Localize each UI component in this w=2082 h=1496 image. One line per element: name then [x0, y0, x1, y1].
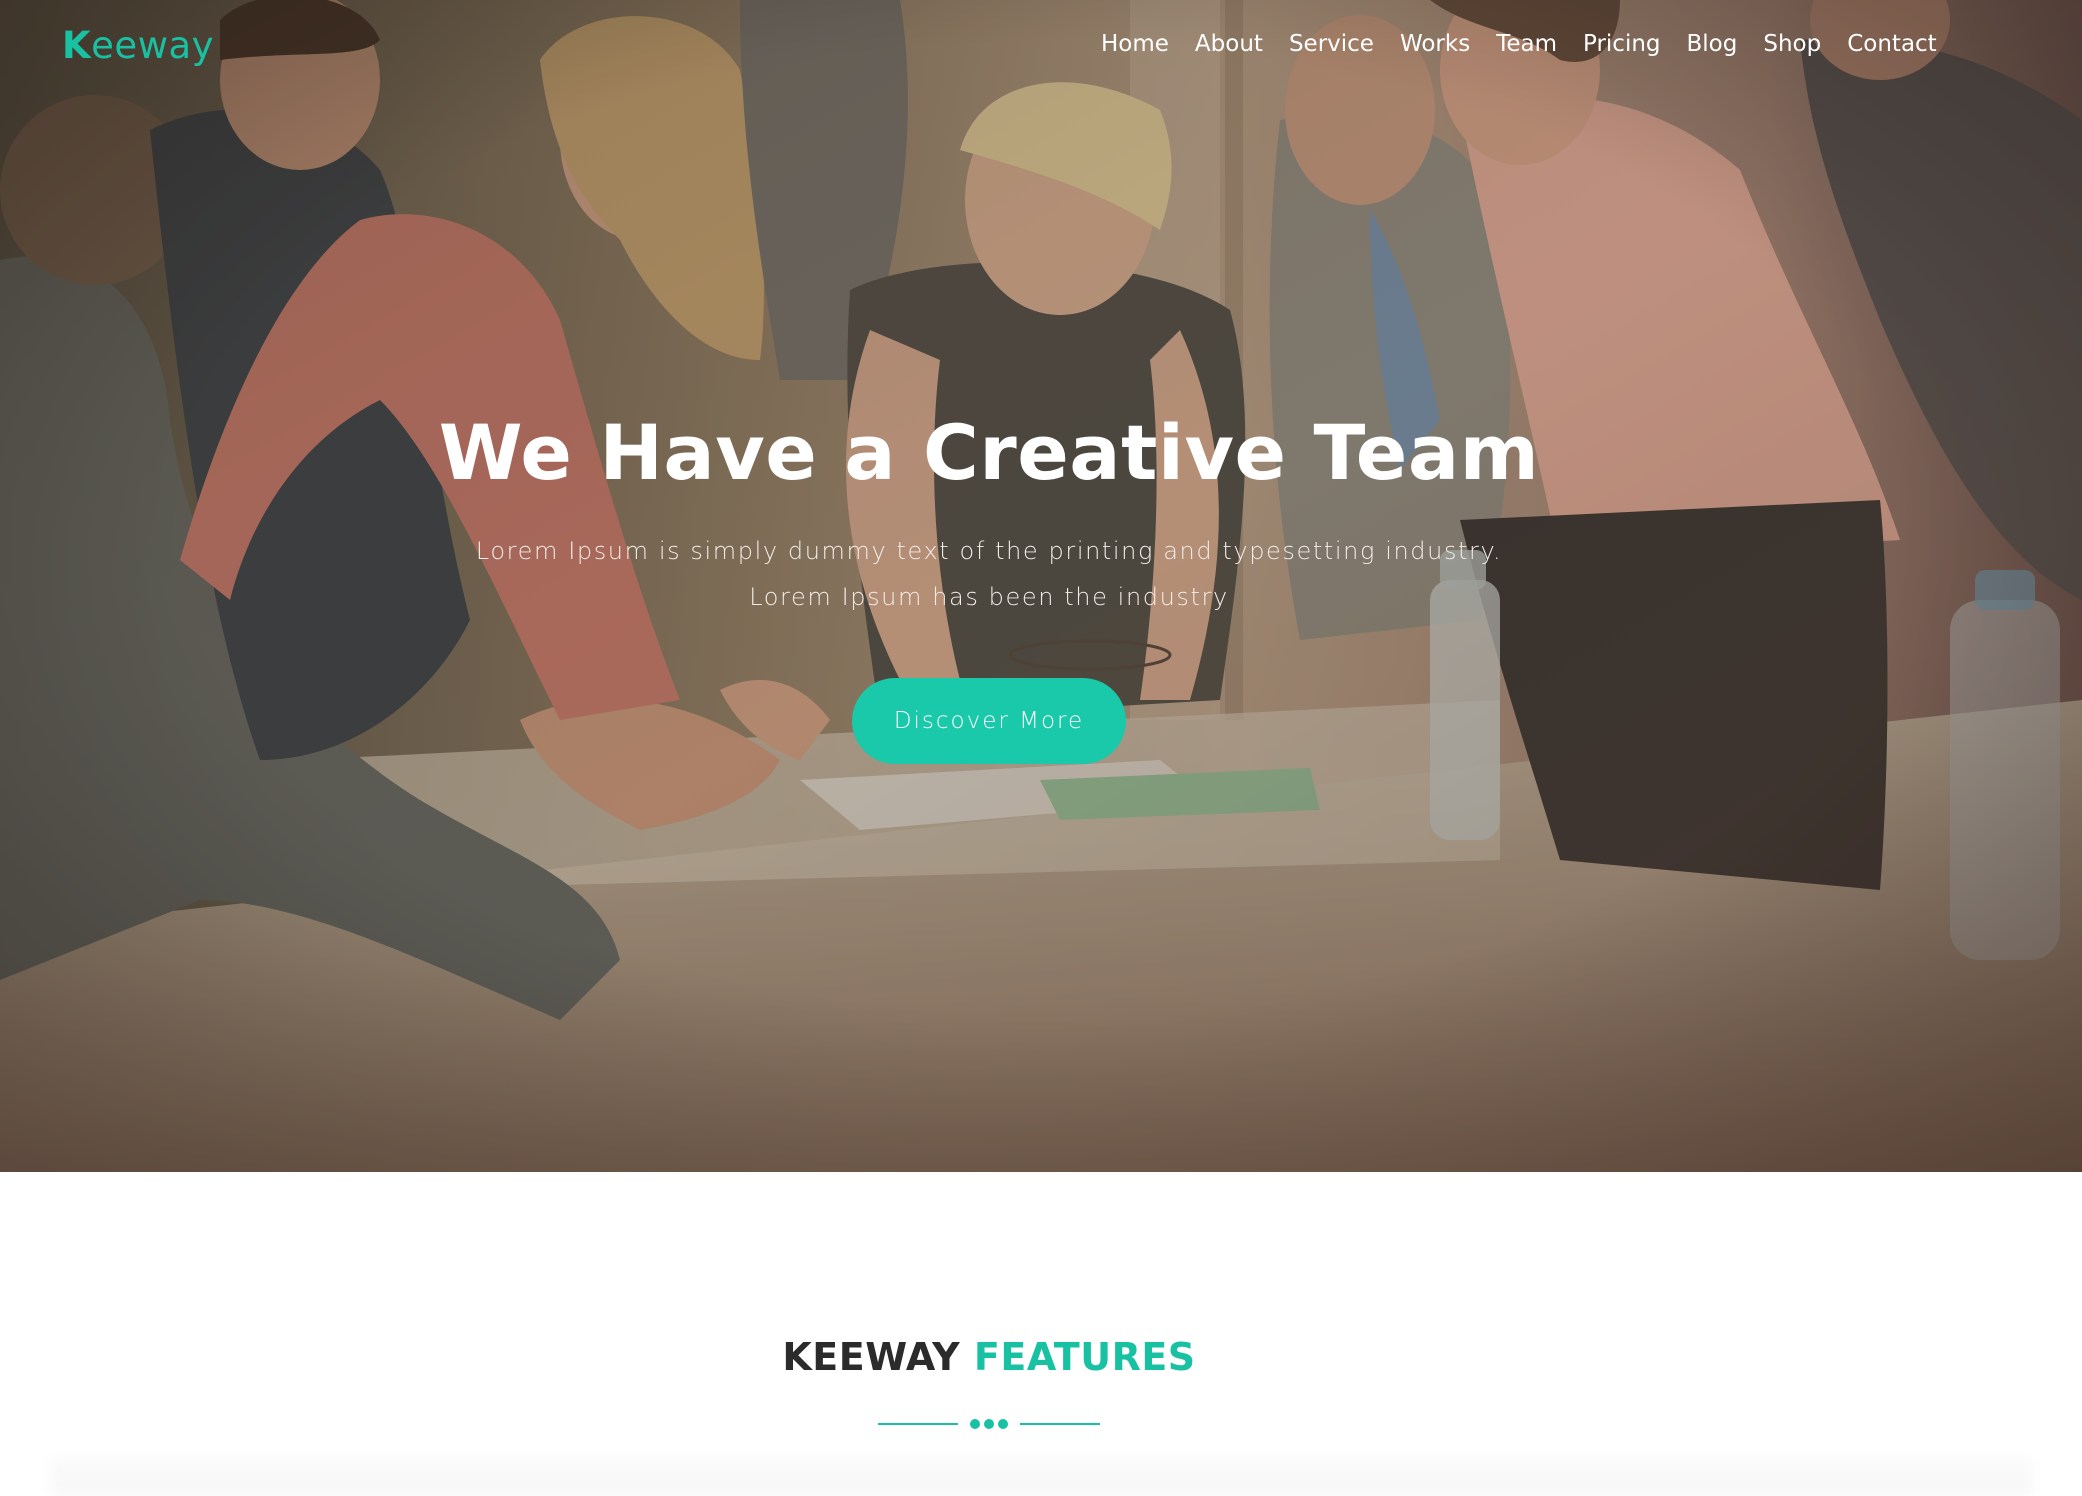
hero-subtitle-line-1: Lorem Ipsum is simply dummy text of the …	[475, 537, 1503, 565]
nav-item-contact[interactable]: Contact	[1834, 28, 1949, 60]
logo-text: eeway	[91, 24, 215, 67]
hero-section: Keeway Home About Service Works Team Pri…	[0, 0, 2082, 1172]
features-heading-accent: FEATURES	[973, 1335, 1196, 1379]
nav-item-shop[interactable]: Shop	[1750, 28, 1834, 60]
hero-content: We Have a Creative Team Lorem Ipsum is s…	[0, 398, 1978, 764]
brand-logo[interactable]: Keeway	[62, 24, 214, 67]
nav-item-pricing[interactable]: Pricing	[1570, 28, 1674, 60]
hero-subtitle-line-2: Lorem Ipsum has been the industry	[749, 583, 1229, 611]
logo-initial: K	[62, 24, 92, 67]
features-heading: KEEWAY FEATURES	[0, 1332, 1978, 1382]
divider-line-right	[1020, 1423, 1100, 1425]
features-heading-brand: KEEWAY	[782, 1335, 961, 1379]
main-navbar: Keeway Home About Service Works Team Pri…	[0, 0, 2082, 90]
divider-dots	[970, 1418, 1008, 1430]
nav-item-service[interactable]: Service	[1276, 28, 1387, 60]
nav-item-about[interactable]: About	[1182, 28, 1276, 60]
nav-item-team[interactable]: Team	[1483, 28, 1570, 60]
feature-card-top-edge	[50, 1456, 2032, 1496]
divider-dot	[970, 1419, 980, 1429]
nav-item-works[interactable]: Works	[1387, 28, 1483, 60]
divider-line-left	[878, 1423, 958, 1425]
divider-dot	[998, 1419, 1008, 1429]
features-section: KEEWAY FEATURES	[0, 1172, 2082, 1496]
hero-subtitle: Lorem Ipsum is simply dummy text of the …	[0, 528, 1978, 620]
divider-dot	[984, 1419, 994, 1429]
discover-more-button[interactable]: Discover More	[852, 678, 1126, 764]
section-divider	[878, 1417, 1100, 1431]
nav-item-blog[interactable]: Blog	[1674, 28, 1751, 60]
hero-title: We Have a Creative Team	[438, 408, 1540, 497]
nav-item-home[interactable]: Home	[1088, 28, 1182, 60]
nav-menu: Home About Service Works Team Pricing Bl…	[1088, 28, 1950, 60]
